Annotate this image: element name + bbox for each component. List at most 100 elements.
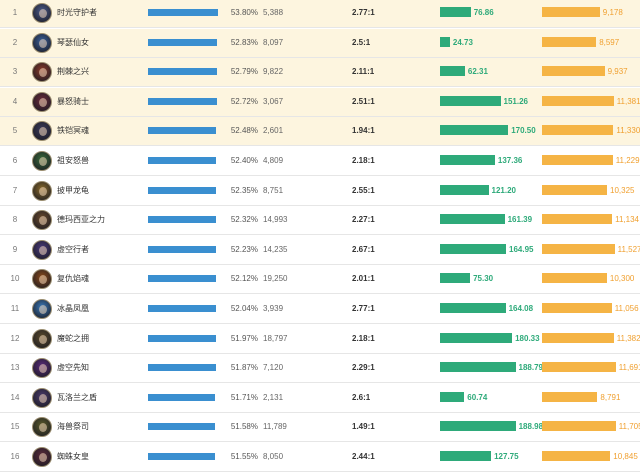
win-rate-value: 52.23%: [230, 244, 258, 254]
table-row[interactable]: 9 虚空行者 52.23% 14,235 2.67:1 164.95 11,527: [0, 235, 640, 265]
table-row[interactable]: 8 德玛西亚之力 52.32% 14,993 2.27:1 161.39 11,134: [0, 206, 640, 236]
table-row[interactable]: 1 时光守护者 53.80% 5,388 2.77:1 76.86 9,178: [0, 0, 640, 28]
rank-number: 14: [10, 392, 20, 402]
table-row[interactable]: 2 琴瑟仙女 52.83% 8,097 2.5:1 24.73 8,597: [0, 28, 640, 58]
gold-value: 10,845: [613, 452, 638, 461]
table-row[interactable]: 15 海兽祭司 51.58% 11,789 1.49:1 188.98 11,705: [0, 413, 640, 443]
damage-value: 75.30: [473, 274, 494, 284]
win-rate-bar: [148, 453, 216, 460]
win-rate-value: 51.71%: [230, 392, 258, 402]
champion-avatar[interactable]: [32, 447, 52, 467]
win-rate-value: 52.48%: [230, 126, 258, 136]
champion-portrait-icon: [39, 334, 47, 344]
champion-portrait-icon: [39, 364, 47, 374]
champion-name[interactable]: 冰晶凤凰: [57, 295, 89, 323]
champion-name[interactable]: 祖安怒兽: [57, 147, 89, 175]
champion-name[interactable]: 荆棘之兴: [57, 58, 89, 86]
champion-avatar[interactable]: [32, 328, 52, 349]
table-row[interactable]: 5 铁铠冥魂 52.48% 2,601 1.94:1 170.50 11,330: [0, 117, 640, 147]
rank-number: 7: [12, 185, 18, 195]
gold-value: 8,791: [600, 392, 621, 402]
win-rate-value: 52.04%: [230, 304, 258, 313]
gold-value: 11,691: [618, 363, 640, 373]
damage-bar: [440, 421, 516, 432]
champion-name[interactable]: 德玛西亚之力: [57, 206, 105, 234]
kda-ratio: 2.77:1: [352, 8, 375, 17]
win-rate-bar: [148, 423, 216, 431]
damage-value: 180.33: [515, 333, 540, 343]
rank-number: 11: [10, 304, 20, 313]
champion-avatar[interactable]: [32, 299, 52, 319]
champion-avatar[interactable]: [32, 151, 52, 171]
gold-value: 11,705: [618, 422, 640, 432]
table-row[interactable]: 16 蜘蛛女皇 51.55% 8,050 2.44:1 127.75 10,845: [0, 443, 640, 472]
gold-value: 11,229: [615, 156, 640, 165]
champion-portrait-icon: [39, 97, 47, 107]
champion-avatar[interactable]: [32, 3, 52, 23]
champion-avatar[interactable]: [32, 239, 52, 260]
champion-avatar[interactable]: [32, 210, 52, 231]
champion-portrait-icon: [39, 38, 47, 48]
games-count: 7,120: [263, 363, 284, 373]
table-row[interactable]: 12 魔蛇之拥 51.97% 18,797 2.18:1 180.33 11,382: [0, 324, 640, 354]
damage-bar: [440, 125, 509, 136]
win-rate-value: 52.32%: [230, 215, 258, 225]
champion-name[interactable]: 时光守护者: [57, 0, 97, 27]
games-count: 2,601: [263, 126, 284, 136]
table-row[interactable]: 6 祖安怒兽 52.40% 4,809 2.18:1 137.36 11,229: [0, 147, 640, 176]
table-row[interactable]: 4 暴怒骑士 52.72% 3,067 2.51:1 151.26 11,381: [0, 87, 640, 117]
table-row[interactable]: 7 披甲龙龟 52.35% 8,751 2.55:1 121.20 10,325: [0, 176, 640, 206]
champion-avatar[interactable]: [32, 121, 52, 142]
gold-bar: [542, 243, 615, 254]
champion-avatar[interactable]: [32, 387, 52, 408]
kda-ratio: 1.94:1: [352, 126, 375, 136]
champion-name[interactable]: 魔蛇之拥: [57, 325, 89, 353]
champion-name[interactable]: 海兽祭司: [57, 413, 89, 441]
champion-name[interactable]: 琴瑟仙女: [57, 29, 89, 57]
champion-avatar[interactable]: [32, 62, 52, 83]
kda-ratio: 2.5:1: [352, 37, 371, 47]
kda-ratio: 2.18:1: [352, 156, 375, 165]
damage-value: 62.31: [467, 67, 488, 77]
kda-ratio: 2.11:1: [352, 67, 375, 77]
rank-number: 16: [10, 452, 20, 461]
champion-name[interactable]: 瓦洛兰之盾: [57, 384, 97, 412]
win-rate-value: 52.12%: [230, 274, 258, 284]
damage-bar: [440, 184, 489, 195]
champion-name[interactable]: 暴怒骑士: [57, 88, 89, 116]
win-rate-bar: [148, 68, 217, 76]
champion-name[interactable]: 虚空行者: [57, 236, 89, 264]
damage-bar: [440, 303, 506, 313]
rank-number: 15: [10, 422, 20, 432]
kda-ratio: 1.49:1: [352, 422, 375, 432]
damage-bar: [440, 66, 465, 77]
champion-avatar[interactable]: [32, 180, 52, 201]
damage-value: 164.95: [509, 244, 534, 254]
gold-bar: [542, 95, 614, 106]
table-row[interactable]: 14 瓦洛兰之盾 51.71% 2,131 2.6:1 60.74 8,791: [0, 383, 640, 413]
champion-name[interactable]: 复仇焰魂: [57, 265, 89, 293]
gold-bar: [542, 362, 616, 373]
damage-bar: [440, 155, 495, 165]
champion-name[interactable]: 虚空先知: [57, 354, 89, 382]
win-rate-bar: [148, 275, 216, 283]
champion-avatar[interactable]: [32, 269, 52, 290]
champion-name[interactable]: 铁铠冥魂: [57, 117, 89, 145]
table-row[interactable]: 13 虚空先知 51.87% 7,120 2.29:1 188.79 11,691: [0, 354, 640, 384]
table-row[interactable]: 11 冰晶凤凰 52.04% 3,939 2.77:1 164.08 11,056: [0, 295, 640, 324]
champion-avatar[interactable]: [32, 358, 52, 379]
kda-ratio: 2.6:1: [352, 392, 371, 402]
table-row[interactable]: 10 复仇焰魂 52.12% 19,250 2.01:1 75.30 10,300: [0, 265, 640, 295]
damage-value: 188.98: [518, 422, 544, 432]
champion-avatar[interactable]: [32, 417, 52, 438]
damage-value: 137.36: [497, 156, 523, 165]
kda-ratio: 2.01:1: [352, 274, 375, 284]
champion-avatar[interactable]: [32, 32, 52, 53]
champion-name[interactable]: 披甲龙龟: [57, 177, 89, 205]
champion-name[interactable]: 蜘蛛女皇: [57, 443, 89, 471]
gold-bar: [542, 332, 614, 343]
rank-number: 1: [12, 8, 18, 17]
champion-avatar[interactable]: [32, 91, 52, 112]
kda-ratio: 2.55:1: [352, 185, 375, 195]
table-row[interactable]: 3 荆棘之兴 52.79% 9,822 2.11:1 62.31 9,937: [0, 58, 640, 88]
